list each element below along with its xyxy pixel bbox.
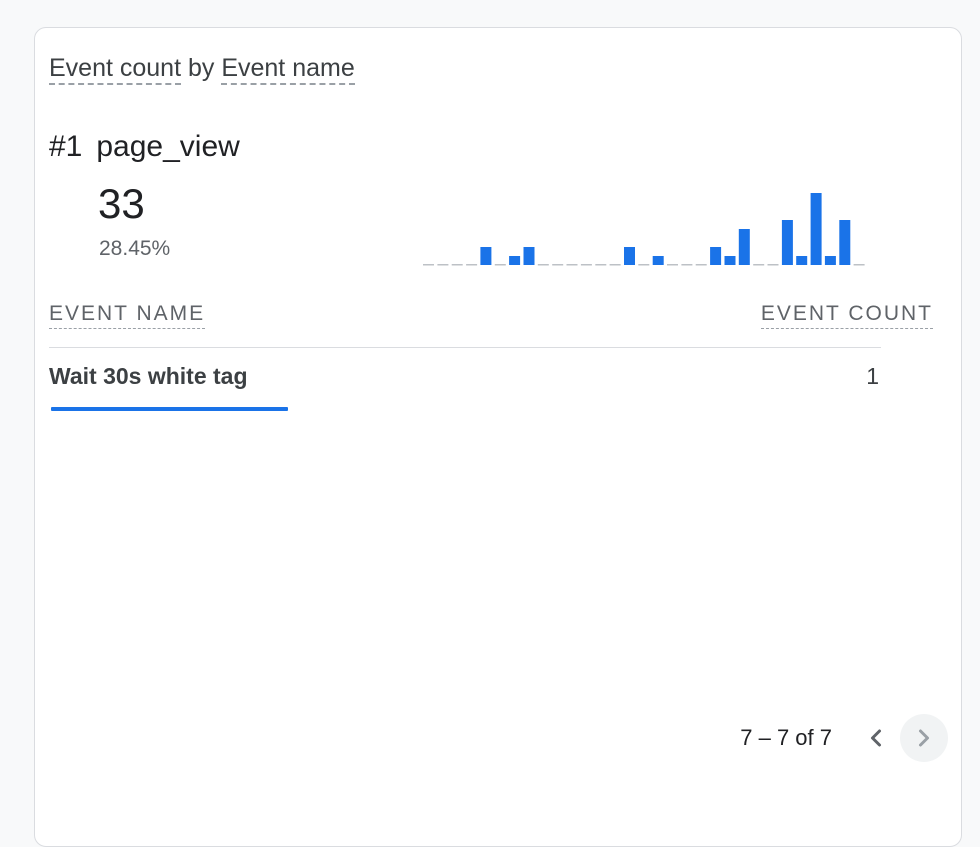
sparkline-bar [839,220,851,265]
sparkline-bar [810,193,822,265]
table-row[interactable]: Wait 30s white tag 1 [49,348,881,414]
sparkline-bar [781,220,793,265]
sparkline-zero-mark [566,264,578,266]
sparkline-zero-mark [595,264,607,266]
sparkline-zero-mark [753,264,765,266]
top-event-name: page_view [96,130,240,163]
row-event-name: Wait 30s white tag [49,363,248,389]
column-header-event-name[interactable]: EVENT NAME [49,302,206,329]
top-event-value: 33 [98,180,145,227]
previous-page-button[interactable] [852,714,900,762]
top-rank: #1 [49,130,83,163]
sparkline-zero-mark [609,264,621,266]
sparkline-bar [796,256,808,265]
sparkline-zero-mark [451,264,463,266]
row-share-bar [51,407,288,411]
sparkline-bar [652,256,664,265]
row-share-bar-track [51,407,881,411]
sparkline-bar [523,247,535,265]
top-event-line: #1 page_view [49,130,240,164]
row-event-count: 1 [866,363,879,389]
pagination-range: 7 – 7 of 7 [740,725,832,750]
metric-dimension-link[interactable]: Event count [49,54,182,85]
sparkline-zero-mark [681,264,693,266]
sparkline-bar [724,256,736,265]
sparkline-bar [624,247,635,265]
sparkline-zero-mark [638,264,650,266]
next-page-button[interactable] [900,714,948,762]
pagination: 7 – 7 of 7 [740,714,948,762]
sparkline-zero-mark [580,264,592,266]
chevron-left-icon [871,729,881,747]
sparkline-bar [480,247,492,265]
dimension-link[interactable]: Event name [221,54,355,85]
title-by: by [181,54,222,82]
chevron-right-icon [919,729,929,747]
top-event-percent: 28.45% [99,237,171,260]
sparkline-bar [738,229,750,265]
sparkline-zero-mark [423,264,434,266]
column-header-event-count[interactable]: EVENT COUNT [760,302,933,329]
card-title: Event count by Event name [49,54,355,85]
sparkline-zero-mark [466,264,478,266]
sparkline-zero-mark [767,264,779,266]
sparkline-zero-mark [695,264,707,266]
event-sparkline-chart [423,193,865,266]
sparkline-bar [710,247,722,265]
sparkline-zero-mark [853,264,865,266]
sparkline-zero-mark [667,264,678,266]
sparkline-bar [824,256,836,265]
sparkline-bar [509,256,521,265]
sparkline-zero-mark [494,264,506,266]
sparkline-zero-mark [537,264,549,266]
sparkline-zero-mark [552,264,564,266]
sparkline-zero-mark [437,264,449,266]
